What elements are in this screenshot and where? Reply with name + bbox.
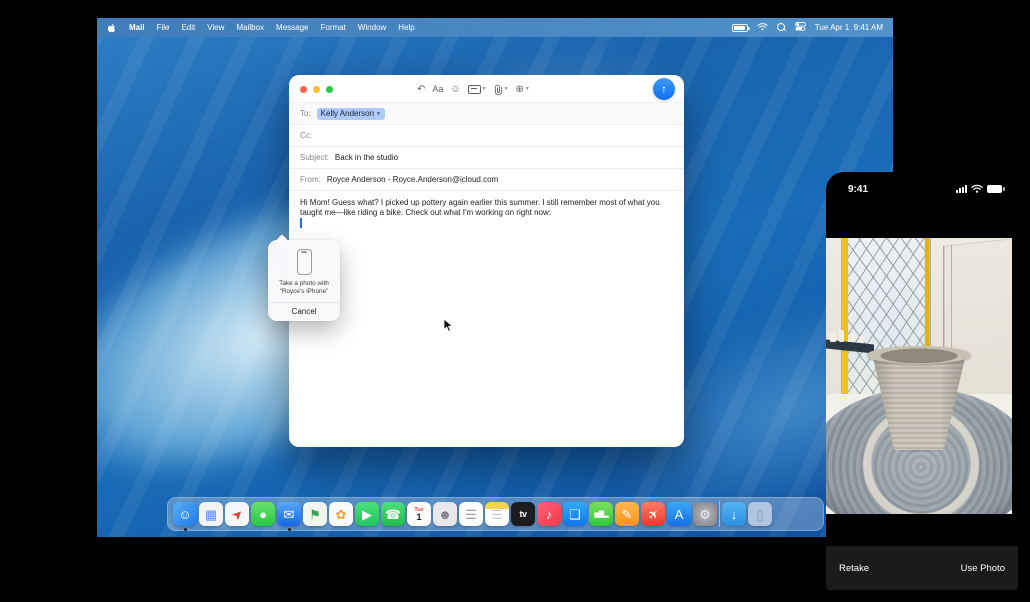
header-card-icon [468, 85, 481, 94]
battery-icon[interactable] [732, 24, 748, 32]
contacts-dock-icon[interactable]: ☻ [433, 502, 457, 526]
subject-label: Subject: [300, 153, 329, 162]
menu-bar-date[interactable]: Tue Apr 1 9:41 AM [815, 23, 883, 32]
rocket-dock-icon[interactable]: ✈ [641, 502, 665, 526]
mouse-cursor [443, 318, 454, 338]
to-field[interactable]: To: Kelly Anderson ▼ [289, 103, 684, 125]
attachment-button[interactable]: ▼ [494, 84, 509, 95]
facetime-dock-icon[interactable]: ▶ [355, 502, 379, 526]
insert-photo-button[interactable]: ⊕▼ [516, 84, 530, 95]
continuity-camera-popover: Take a photo with “Royce’s iPhone” Cance… [268, 240, 340, 321]
safari-dock-icon[interactable]: ➤ [225, 502, 249, 526]
menu-bar: Mail File Edit View Mailbox Message Format Wind… [97, 18, 893, 37]
small-pot [859, 336, 865, 342]
system-settings-dock-icon[interactable]: ⚙ [693, 502, 717, 526]
iphone-status-bar: 9:41 [826, 180, 1018, 198]
menu-item[interactable]: Message [276, 23, 308, 32]
zoom-window-button[interactable] [326, 86, 333, 93]
photos-dock-icon[interactable]: ✿ [329, 502, 353, 526]
calendar-dock-icon[interactable]: Tue 1 [407, 502, 431, 526]
menu-item[interactable]: Mailbox [236, 23, 264, 32]
pages-dock-icon[interactable]: ✎ [615, 502, 639, 526]
finder-dock-icon[interactable]: ☺ [173, 502, 197, 526]
token-chevron-icon: ▼ [376, 111, 381, 117]
spotlight-search-icon[interactable] [777, 23, 786, 32]
message-body[interactable]: Hi Mom! Guess what? I picked up pottery … [289, 191, 684, 225]
text-cursor [300, 218, 302, 228]
undo-button[interactable]: ↶ [417, 84, 425, 95]
apple-menu-icon[interactable] [107, 22, 117, 34]
messages-dock-icon[interactable]: ● [251, 502, 275, 526]
from-label: From: [300, 175, 321, 184]
launchpad-dock-icon[interactable]: ▦ [199, 502, 223, 526]
battery-icon [987, 185, 1002, 193]
header-fields-button[interactable]: ▼ [468, 85, 487, 94]
mac-desktop: Mail File Edit View Mailbox Message Format Wind… [97, 18, 893, 537]
compose-toolbar: ↶ Aa ☺ ▼ ▼ ⊕▼ ↑ [289, 75, 684, 103]
from-field[interactable]: From: Royce Anderson - Royce.Anderson@ic… [289, 169, 684, 191]
screenshot-stage: Mail File Edit View Mailbox Message Format Wind… [0, 0, 1030, 602]
downloads-dock-icon[interactable]: ↓ [722, 502, 746, 526]
small-pot [848, 334, 855, 342]
subject-value: Back in the studio [335, 153, 398, 162]
recipient-token[interactable]: Kelly Anderson ▼ [317, 108, 385, 120]
menu-item[interactable]: File [157, 23, 170, 32]
menu-item[interactable]: Mail [129, 23, 145, 32]
menu-item[interactable]: View [207, 23, 224, 32]
cancel-button[interactable]: Cancel [268, 303, 340, 321]
menu-item[interactable]: Edit [181, 23, 195, 32]
reminders-dock-icon[interactable]: ☰ [459, 502, 483, 526]
cc-field[interactable]: Cc: [289, 125, 684, 147]
close-window-button[interactable] [300, 86, 307, 93]
numbers-dock-icon[interactable]: ▅▇▂ [589, 502, 613, 526]
use-photo-button[interactable]: Use Photo [961, 563, 1005, 574]
dock-separator-dock-icon[interactable] [719, 501, 720, 527]
mail-compose-window: ↶ Aa ☺ ▼ ▼ ⊕▼ ↑ To: Kelly Anderson ▼ [289, 75, 684, 447]
cc-label: Cc: [300, 131, 312, 140]
wifi-icon [971, 180, 983, 198]
retake-button[interactable]: Retake [839, 563, 869, 574]
small-pot [839, 330, 844, 342]
keynote-dock-icon[interactable]: ❑ [563, 502, 587, 526]
dock: ☺ ▦ ➤ ● ✉ ⚑ ✿ [167, 497, 824, 531]
control-center-icon[interactable] [795, 22, 806, 33]
format-button[interactable]: Aa [432, 84, 443, 94]
wifi-icon[interactable] [757, 22, 768, 33]
iphone-outline-icon [297, 249, 312, 275]
trash-dock-icon[interactable]: ▯ [748, 502, 772, 526]
menu-item[interactable]: Window [358, 23, 386, 32]
cellular-signal-icon [956, 185, 967, 193]
notes-dock-icon[interactable]: ☰ [485, 502, 509, 526]
iphone-camera-overlay: 9:41 [826, 172, 1018, 598]
minimize-window-button[interactable] [313, 86, 320, 93]
small-pot [830, 333, 836, 342]
menu-list: Mail File Edit View Mailbox Message Format Wind… [129, 23, 415, 32]
phone-dock-icon[interactable]: ☎ [381, 502, 405, 526]
send-button[interactable]: ↑ [653, 78, 675, 100]
menu-item[interactable]: Format [321, 23, 346, 32]
tv-dock-icon[interactable]: tv [511, 502, 535, 526]
popover-text: Take a photo with “Royce’s iPhone” [268, 280, 340, 296]
from-value: Royce Anderson - Royce.Anderson@icloud.c… [327, 175, 498, 184]
music-dock-icon[interactable]: ♪ [537, 502, 561, 526]
mail-dock-icon[interactable]: ✉ [277, 502, 301, 526]
app-store-dock-icon[interactable]: A [667, 502, 691, 526]
mantel-body [826, 348, 869, 381]
menu-item[interactable]: Help [398, 23, 414, 32]
to-label: To: [300, 109, 311, 118]
maps-dock-icon[interactable]: ⚑ [303, 502, 327, 526]
paperclip-icon [494, 84, 503, 95]
clay-vessel-rim [867, 346, 971, 364]
iphone-clock: 9:41 [848, 184, 868, 195]
camera-action-bar: Retake Use Photo [826, 546, 1018, 590]
camera-viewfinder-photo [826, 238, 1012, 514]
subject-field[interactable]: Subject: Back in the studio [289, 147, 684, 169]
emoji-button[interactable]: ☺ [450, 84, 460, 95]
